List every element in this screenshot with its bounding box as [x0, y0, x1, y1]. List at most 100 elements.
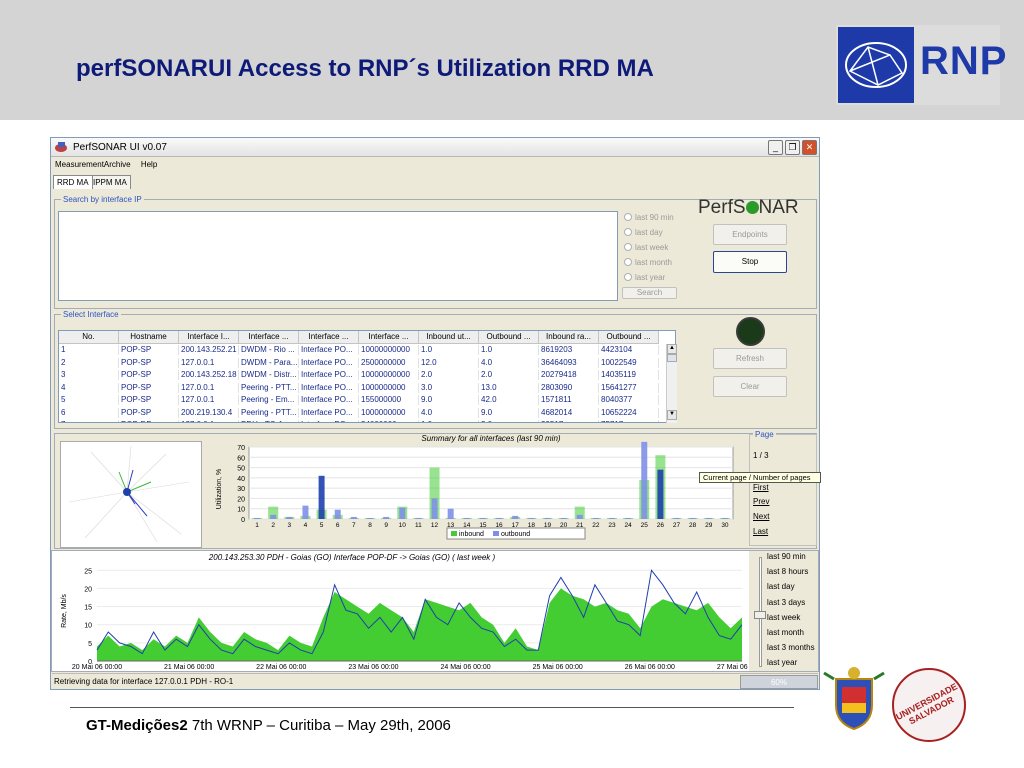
refresh-button[interactable]: Refresh — [713, 348, 787, 369]
table-row[interactable]: 3 POP-SP 200.143.252.18 DWDM - Distr... Inte… — [59, 370, 675, 381]
bar-legend: inbound outbound — [446, 527, 586, 540]
table-header[interactable]: Hostname — [119, 331, 179, 344]
tab-ippm-ma[interactable]: IPPM MA — [89, 175, 131, 189]
table-cell: DWDM - Para... — [241, 357, 299, 368]
bar-outbound — [270, 514, 277, 519]
scroll-thumb[interactable] — [667, 354, 677, 362]
table-cell: POP-SP — [119, 407, 179, 418]
bar-outbound — [496, 517, 503, 519]
table-cell: 4.0 — [479, 357, 539, 368]
period-option[interactable]: last year — [767, 658, 797, 667]
restore-icon[interactable]: ❐ — [785, 140, 800, 155]
table-cell: 2500000000 — [359, 357, 419, 368]
table-row[interactable]: 1 POP-SP 200.143.252.21 DWDM - Rio ... Inter… — [59, 345, 675, 356]
radio-last-year[interactable]: last year — [624, 273, 665, 282]
radio-label: last day — [635, 228, 663, 237]
minimize-icon[interactable]: _ — [768, 140, 783, 155]
table-cell: POP-SP — [119, 395, 179, 405]
bar-outbound — [673, 517, 680, 519]
window-titlebar[interactable]: PerfSONAR UI v0.07 _ ❐ ✕ — [51, 138, 819, 157]
table-header[interactable]: Inbound ut... — [419, 331, 479, 344]
seal-text: UNIVERSIDADE SALVADOR — [894, 681, 960, 727]
menubar: MeasurementArchive Help — [51, 157, 819, 171]
bar-outbound — [592, 517, 599, 519]
table-cell: 1000000000 — [359, 382, 419, 393]
table-cell: 1.0 — [479, 345, 539, 355]
rate-chart-ylabel: Rate, Mb/s — [61, 594, 68, 628]
period-option[interactable]: last 8 hours — [767, 567, 808, 576]
prev-link[interactable]: Prev — [753, 497, 769, 506]
x-tick-label: 10 — [399, 522, 407, 529]
table-cell: 200.143.252.18 — [179, 370, 239, 380]
radio-last-month[interactable]: last month — [624, 258, 672, 267]
table-header[interactable]: Inbound ra... — [539, 331, 599, 344]
period-option[interactable]: last 3 months — [767, 643, 815, 652]
x-tick-label: 24 Mai 06 00:00 — [440, 664, 490, 671]
table-header[interactable]: Outbound ... — [479, 331, 539, 344]
x-tick-label: 27 — [673, 522, 681, 529]
table-cell: Peering - Em... — [239, 395, 299, 405]
table-cell: 3 — [59, 370, 119, 380]
table-header[interactable]: Interface I... — [179, 331, 239, 344]
close-icon[interactable]: ✕ — [802, 140, 817, 155]
y-tick-label: 20 — [84, 586, 92, 593]
table-cell: 200.143.252.21 — [179, 345, 239, 355]
table-row[interactable]: 4 POP-SP 127.0.0.1 Peering - PTT... Interfac… — [59, 382, 675, 394]
rate-area-chart: 200.143.253.30 PDH - Goias (GO) Interfac… — [52, 551, 749, 671]
table-row[interactable]: 5 POP-SP 127.0.0.1 Peering - Em... Interface… — [59, 395, 675, 406]
period-option[interactable]: last 3 days — [767, 598, 805, 607]
scroll-up-icon[interactable]: ▲ — [667, 344, 677, 354]
radio-label: last month — [635, 258, 672, 267]
period-slider-knob[interactable] — [754, 611, 766, 619]
table-cell: 20279418 — [539, 370, 599, 380]
table-header[interactable]: No. — [59, 331, 119, 344]
y-tick-label: 5 — [88, 641, 92, 648]
scroll-down-icon[interactable]: ▼ — [667, 410, 677, 420]
table-row[interactable]: 6 POP-SP 200.219.130.4 Peering - PTT... Inte… — [59, 407, 675, 419]
radio-last-day[interactable]: last day — [624, 228, 663, 237]
table-header[interactable]: Outbound ... — [599, 331, 659, 344]
footer-bold: GT-Medições2 — [86, 717, 188, 734]
first-link[interactable]: First — [753, 483, 769, 492]
table-row[interactable]: 7POP-DF127.0.0.1PDH - TO-1Interface PO..… — [59, 420, 675, 422]
table-scrollbar[interactable]: ▲ ▼ — [666, 344, 677, 423]
pager-label: Page — [753, 430, 776, 439]
table-cell: 9.0 — [479, 407, 539, 418]
period-option[interactable]: last week — [767, 613, 800, 622]
table-header[interactable]: Interface ... — [239, 331, 299, 344]
footer-rest: 7th WRNP – Curitiba – May 29th, 2006 — [187, 717, 451, 734]
search-button[interactable]: Search — [622, 287, 677, 299]
topology-graph[interactable] — [60, 441, 202, 548]
table-cell: 1571811 — [539, 395, 599, 405]
table-header[interactable]: Interface ... — [299, 331, 359, 344]
period-option[interactable]: last month — [767, 628, 804, 637]
menu-help[interactable]: Help — [141, 160, 157, 169]
x-tick-label: 7 — [352, 522, 356, 529]
radio-label: last 90 min — [635, 213, 674, 222]
period-option[interactable]: last 90 min — [767, 552, 806, 561]
perfsonar-logo-left: PerfS — [698, 197, 746, 218]
search-input[interactable] — [58, 211, 618, 301]
menu-measurementarchive[interactable]: MeasurementArchive — [55, 160, 131, 169]
bar-outbound — [512, 515, 519, 519]
x-tick-label: 11 — [415, 522, 422, 529]
endpoints-button[interactable]: Endpoints — [713, 224, 787, 245]
clear-button[interactable]: Clear — [713, 376, 787, 397]
page-counter: 1 / 3 — [753, 451, 769, 460]
radio-last-90-min[interactable]: last 90 min — [624, 213, 674, 222]
last-link[interactable]: Last — [753, 527, 768, 536]
x-tick-label: 22 Mai 06 00:00 — [256, 664, 306, 671]
bar-outbound — [383, 516, 390, 519]
radio-last-week[interactable]: last week — [624, 243, 668, 252]
table-row[interactable]: 2 POP-SP 127.0.0.1 DWDM - Para... Interface … — [59, 357, 675, 369]
table-cell: 4682014 — [539, 407, 599, 418]
period-option[interactable]: last day — [767, 582, 795, 591]
summary-bar-chart: Summary for all interfaces (last 90 min)… — [216, 434, 734, 540]
table-cell: 127.0.0.1 — [179, 420, 239, 422]
table-cell: 12.0 — [419, 357, 479, 368]
tab-rrd-ma[interactable]: RRD MA — [53, 175, 93, 189]
table-cell: 15641277 — [599, 382, 659, 393]
table-header[interactable]: Interface ... — [359, 331, 419, 344]
stop-button[interactable]: Stop — [713, 251, 787, 273]
next-link[interactable]: Next — [753, 512, 769, 521]
